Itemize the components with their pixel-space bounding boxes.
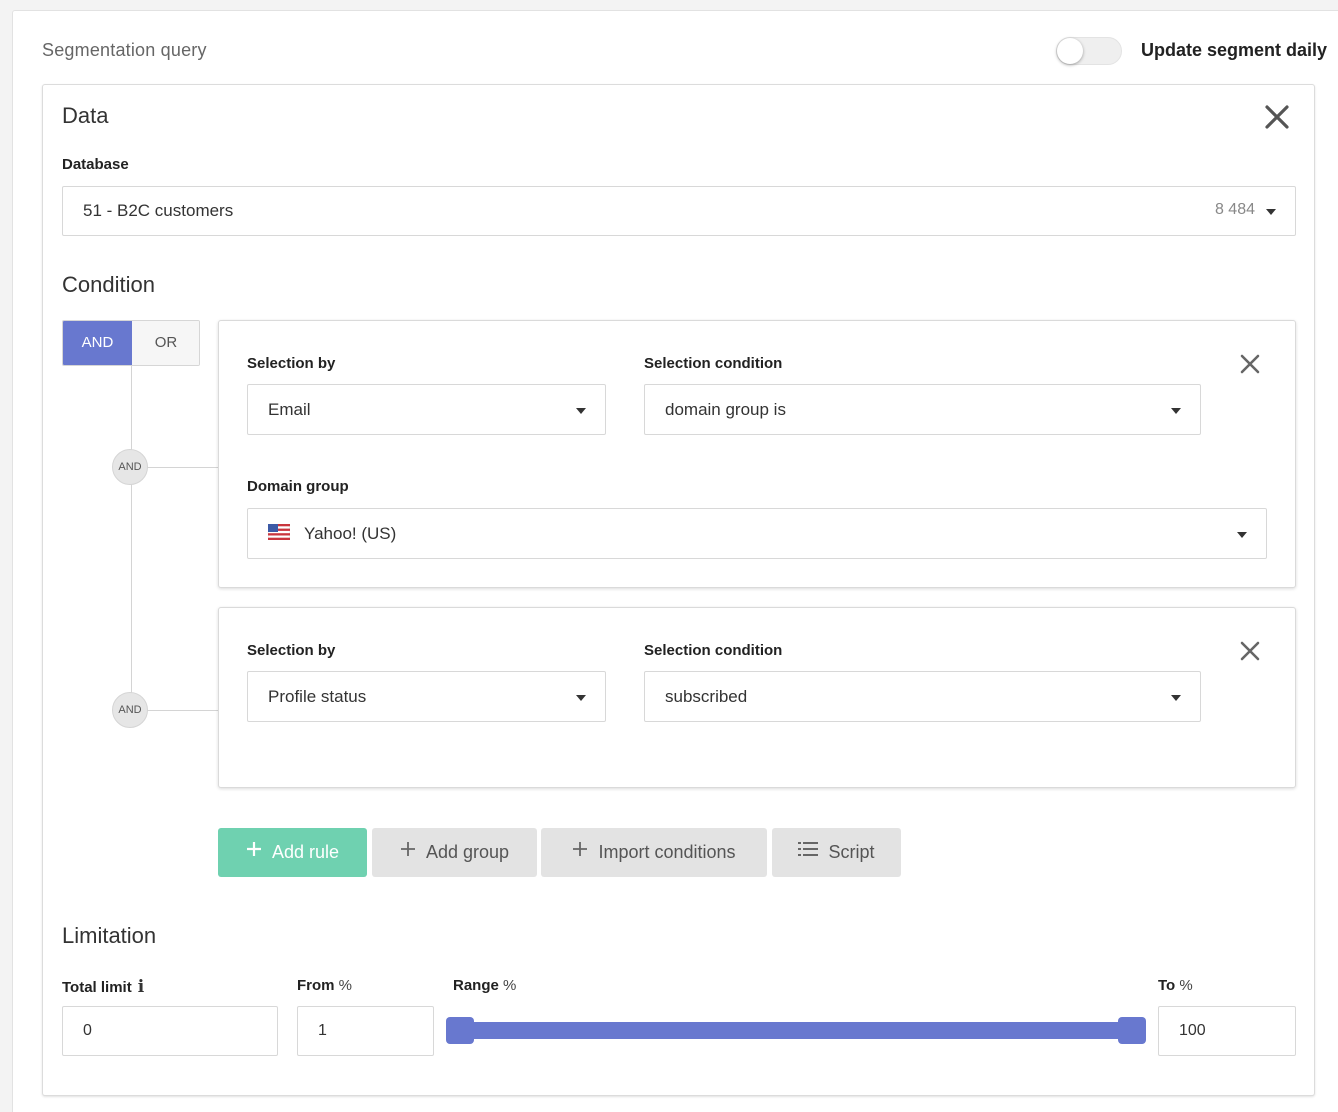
selection-condition-label: Selection condition xyxy=(644,642,783,659)
close-icon[interactable] xyxy=(1238,352,1262,376)
plus-icon xyxy=(572,827,588,876)
import-conditions-button[interactable]: Import conditions xyxy=(541,828,767,877)
toggle-knob[interactable] xyxy=(1057,38,1083,64)
from-unit: % xyxy=(338,977,353,994)
to-label: To % xyxy=(1158,977,1193,994)
from-percent-input[interactable]: 1 xyxy=(297,1006,434,1056)
info-icon[interactable]: i xyxy=(138,977,144,997)
total-limit-label: Total limit i xyxy=(62,977,144,997)
close-icon[interactable] xyxy=(1238,639,1262,663)
from-text: From xyxy=(297,977,335,994)
range-unit: % xyxy=(503,977,517,994)
database-select[interactable]: 51 - B2C customers 8 484 xyxy=(62,186,1296,236)
to-percent-input[interactable]: 100 xyxy=(1158,1006,1296,1056)
selection-condition-select[interactable]: domain group is xyxy=(644,384,1201,435)
range-slider-min-handle[interactable] xyxy=(446,1017,474,1044)
chevron-down-icon xyxy=(576,695,586,701)
domain-group-select[interactable]: Yahoo! (US) xyxy=(247,508,1267,559)
total-limit-value: 0 xyxy=(83,1022,92,1039)
close-icon[interactable] xyxy=(1262,102,1292,132)
database-value: 51 - B2C customers xyxy=(83,201,234,220)
range-slider-max-handle[interactable] xyxy=(1118,1017,1146,1044)
chevron-down-icon xyxy=(1237,532,1247,538)
script-button[interactable]: Script xyxy=(772,828,901,877)
selection-condition-label: Selection condition xyxy=(644,355,783,372)
or-button[interactable]: OR xyxy=(132,321,199,365)
list-icon xyxy=(798,827,819,876)
and-or-switch: AND OR xyxy=(62,320,200,366)
and-node: AND xyxy=(112,449,148,485)
to-percent-value: 100 xyxy=(1179,1022,1206,1039)
selection-by-select[interactable]: Profile status xyxy=(247,671,606,722)
range-text: Range xyxy=(453,977,499,994)
condition-heading: Condition xyxy=(62,272,155,297)
domain-group-value: Yahoo! (US) xyxy=(304,524,397,543)
range-label: Range % xyxy=(453,977,516,994)
selection-by-label: Selection by xyxy=(247,642,336,659)
script-label: Script xyxy=(828,842,875,862)
database-label: Database xyxy=(62,156,129,173)
import-conditions-label: Import conditions xyxy=(598,842,736,862)
from-label: From % xyxy=(297,977,352,994)
chevron-down-icon xyxy=(1171,695,1181,701)
range-slider[interactable] xyxy=(446,1017,1146,1044)
add-group-label: Add group xyxy=(425,842,510,862)
database-count: 8 484 xyxy=(1214,201,1255,218)
limitation-heading: Limitation xyxy=(62,923,157,948)
chevron-down-icon xyxy=(576,408,586,414)
from-percent-value: 1 xyxy=(318,1022,327,1039)
selection-condition-value: domain group is xyxy=(665,400,786,419)
selection-by-label: Selection by xyxy=(247,355,336,372)
us-flag-icon xyxy=(267,523,291,545)
and-node: AND xyxy=(112,692,148,728)
add-rule-label: Add rule xyxy=(271,842,340,862)
add-rule-button[interactable]: Add rule xyxy=(218,828,367,877)
update-daily-toggle[interactable] xyxy=(1056,37,1122,65)
selection-condition-select[interactable]: subscribed xyxy=(644,671,1201,722)
and-button[interactable]: AND xyxy=(63,321,132,365)
total-limit-input[interactable]: 0 xyxy=(62,1006,278,1056)
to-unit: % xyxy=(1179,977,1193,994)
data-heading: Data xyxy=(62,103,109,128)
page-title: Segmentation query xyxy=(42,40,207,60)
selection-by-select[interactable]: Email xyxy=(247,384,606,435)
tree-connector xyxy=(131,366,132,711)
chevron-down-icon xyxy=(1171,408,1181,414)
chevron-down-icon xyxy=(1266,209,1276,215)
selection-by-value: Email xyxy=(268,400,311,419)
plus-icon xyxy=(400,827,416,876)
selection-by-value: Profile status xyxy=(268,687,367,706)
total-limit-text: Total limit xyxy=(62,979,132,996)
selection-condition-value: subscribed xyxy=(665,687,748,706)
to-text: To xyxy=(1158,977,1176,994)
plus-icon xyxy=(246,827,262,876)
range-slider-track[interactable] xyxy=(452,1022,1140,1039)
add-group-button[interactable]: Add group xyxy=(372,828,537,877)
domain-group-label: Domain group xyxy=(247,478,349,495)
update-daily-label: Update segment daily xyxy=(1141,40,1328,60)
